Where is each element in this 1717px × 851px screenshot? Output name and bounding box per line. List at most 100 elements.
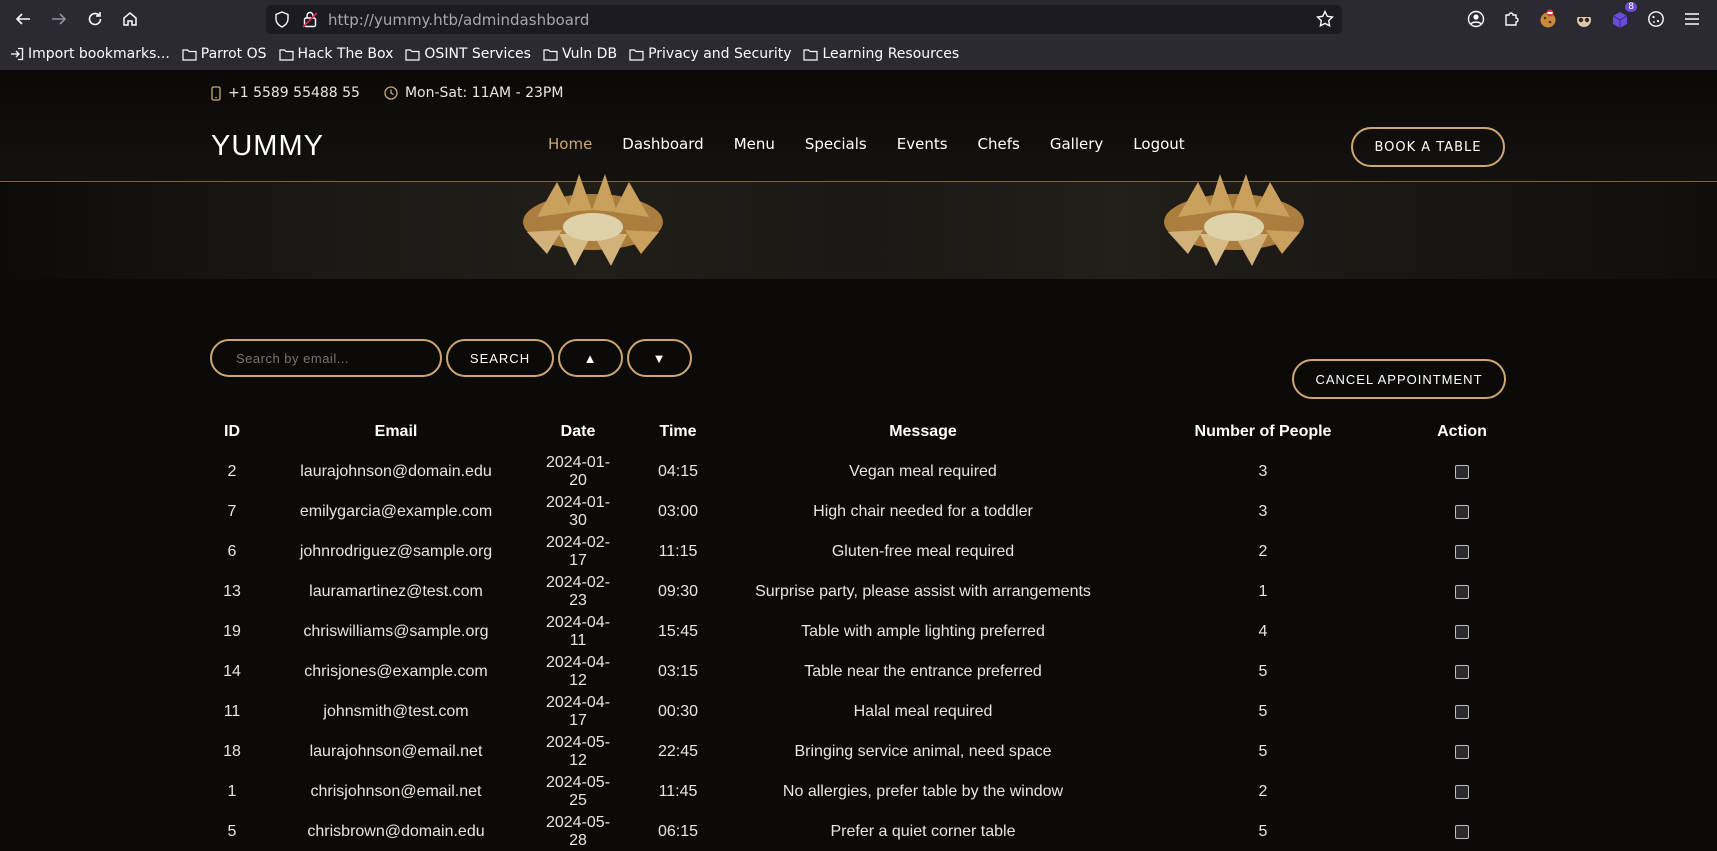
extension-toolbar: 8 [1465,2,1717,32]
hamburger-menu-icon[interactable] [1681,8,1703,30]
url-text[interactable]: http://yummy.htb/admindashboard [328,11,589,29]
cell-action [1418,532,1506,572]
cell-id: 2 [227,463,237,480]
bookmark-label: Vuln DB [561,46,618,62]
bookmark-folder-learning[interactable]: Learning Resources [803,46,959,62]
table-row: 7 emilygarcia@example.com 2024-01-30 03:… [210,492,1506,532]
forward-icon[interactable] [48,8,70,30]
row-select-checkbox[interactable] [1455,664,1469,679]
cell-id: 1 [227,783,237,800]
back-icon[interactable] [12,8,34,30]
col-header-time[interactable]: Time [618,412,738,452]
bookmark-folder-osint[interactable]: OSINT Services [405,46,531,62]
table-row: 6 johnrodriguez@sample.org 2024-02-17 11… [210,532,1506,572]
cell-time: 15:45 [657,623,699,640]
cell-date: 2024-01-30 [545,494,611,529]
nav-menu[interactable]: Menu [734,135,775,153]
row-select-checkbox[interactable] [1455,704,1469,719]
cell-email: johnsmith@test.com [323,703,469,720]
row-select-checkbox[interactable] [1455,624,1469,639]
bookmark-star-icon[interactable] [1315,9,1335,32]
cancel-appointment-button[interactable]: CANCEL APPOINTMENT [1292,359,1506,399]
cell-message: Table near the entrance preferred [804,663,1042,680]
nav-gallery[interactable]: Gallery [1050,135,1103,153]
nav-chefs[interactable]: Chefs [978,135,1020,153]
col-header-id[interactable]: ID [210,412,254,452]
col-header-message[interactable]: Message [738,412,1108,452]
col-header-date[interactable]: Date [538,412,618,452]
cell-people: 3 [1258,463,1268,480]
row-select-checkbox[interactable] [1455,504,1469,519]
reload-icon[interactable] [84,8,106,30]
bookmark-folder-vuln-db[interactable]: Vuln DB [543,46,617,62]
cell-date: 2024-04-17 [545,694,611,729]
sort-descending-button[interactable]: ▼ [627,339,692,377]
cell-date: 2024-01-20 [545,454,611,489]
folder-icon [803,48,819,61]
folder-icon [405,48,421,61]
nav-logout[interactable]: Logout [1133,135,1184,153]
nav-events[interactable]: Events [897,135,948,153]
bookmark-folder-parrot-os[interactable]: Parrot OS [182,46,267,62]
cell-time: 22:45 [657,743,699,760]
address-bar[interactable]: http://yummy.htb/admindashboard [266,5,1342,34]
nav-dashboard[interactable]: Dashboard [622,135,703,153]
cell-people: 2 [1258,783,1268,800]
row-select-checkbox[interactable] [1455,464,1469,479]
account-icon[interactable] [1465,8,1487,30]
cube-ext-icon[interactable]: 8 [1609,2,1637,30]
phone-info: +1 5589 55488 55 [211,85,360,101]
cookie-manager-icon[interactable] [1645,8,1667,30]
bookmark-label: Parrot OS [200,46,267,62]
cookie-ext-icon[interactable] [1537,8,1559,30]
shield-icon[interactable] [274,11,290,32]
insecure-lock-icon[interactable] [302,11,318,32]
cell-time: 00:30 [657,703,699,720]
search-button[interactable]: SEARCH [446,339,554,377]
col-header-people[interactable]: Number of People [1108,412,1418,452]
cell-email: johnrodriguez@sample.org [299,543,493,560]
bookmark-folder-privacy[interactable]: Privacy and Security [629,46,791,62]
cell-date: 2024-02-23 [545,574,611,609]
row-select-checkbox[interactable] [1455,584,1469,599]
table-header-row: ID Email Date Time Message Number of Peo… [210,412,1506,452]
folder-icon [543,48,558,61]
contact-bar: +1 5589 55488 55 Mon-Sat: 11AM - 23PM [211,83,563,103]
cell-message: Prefer a quiet corner table [830,823,1016,840]
table-row: 13 lauramartinez@test.com 2024-02-23 09:… [210,572,1506,612]
table-row: 14 chrisjones@example.com 2024-04-12 03:… [210,652,1506,692]
cell-message: High chair needed for a toddler [813,503,1033,520]
extensions-puzzle-icon[interactable] [1501,8,1523,30]
opening-hours: Mon-Sat: 11AM - 23PM [404,85,564,101]
cell-id: 13 [223,583,241,600]
phone-icon [211,85,221,101]
cell-people: 5 [1258,743,1268,760]
cell-people: 2 [1258,543,1268,560]
bookmark-folder-hack-the-box[interactable]: Hack The Box [278,46,393,62]
site-logo[interactable]: YUMMY [211,130,324,163]
row-select-checkbox[interactable] [1455,824,1469,839]
col-header-email[interactable]: Email [254,412,538,452]
cell-date: 2024-05-28 [545,814,611,849]
sort-ascending-button[interactable]: ▲ [558,339,623,377]
main-nav: Home Dashboard Menu Specials Events Chef… [548,135,1215,153]
browser-toolbar: http://yummy.htb/admindashboard 8 [0,0,1717,38]
row-select-checkbox[interactable] [1455,744,1469,759]
cell-action [1418,452,1506,492]
cell-email: lauramartinez@test.com [309,583,483,600]
cell-message: Bringing service animal, need space [794,743,1052,760]
row-select-checkbox[interactable] [1455,544,1469,559]
browser-chrome: http://yummy.htb/admindashboard 8 Import… [0,0,1717,70]
spy-ext-icon[interactable] [1573,8,1595,30]
home-icon[interactable] [119,8,141,30]
row-select-checkbox[interactable] [1455,784,1469,799]
cell-time: 03:15 [657,663,699,680]
cell-id: 7 [227,503,237,520]
nav-home[interactable]: Home [548,135,592,153]
nav-specials[interactable]: Specials [805,135,867,153]
col-header-action: Action [1437,423,1487,440]
book-table-button[interactable]: BOOK A TABLE [1351,127,1505,167]
bookmark-label: Import bookmarks... [28,46,170,62]
bookmark-import[interactable]: Import bookmarks... [10,46,170,62]
email-search-input[interactable] [210,339,442,377]
